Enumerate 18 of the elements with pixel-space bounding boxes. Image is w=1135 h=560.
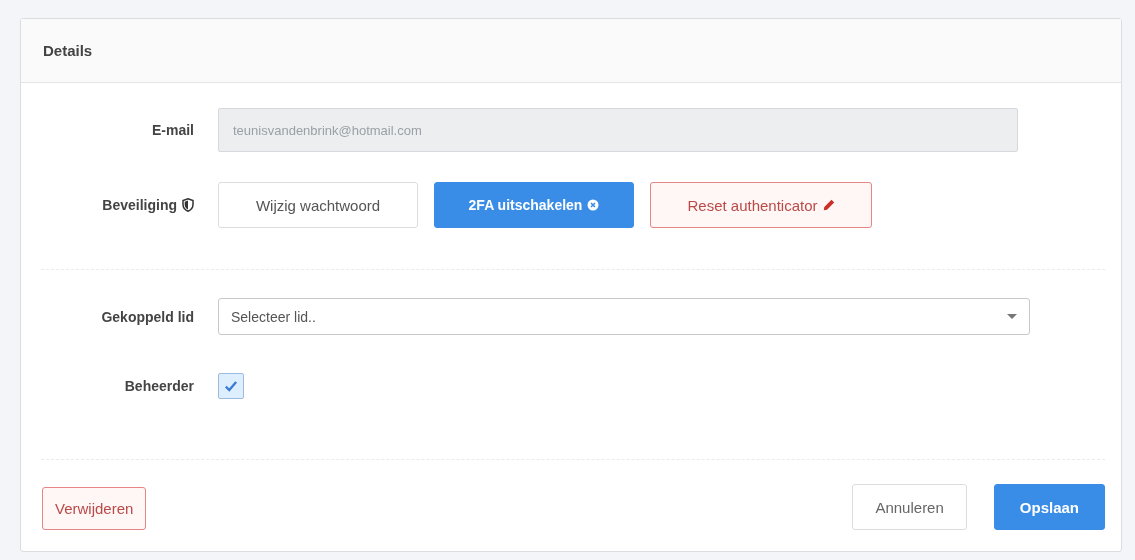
- button[interactable]: Verwijderen: [42, 487, 147, 530]
- field-label: Beheerder: [124, 378, 194, 394]
- caret-icon: [1007, 314, 1017, 319]
- button[interactable]: 2FA uitschakelen: [434, 182, 634, 228]
- field-label: Gekoppeld lid: [101, 308, 194, 325]
- field-label: Beveiliging: [102, 197, 177, 213]
- button[interactable]: Opslaan: [993, 484, 1105, 530]
- close-circle-icon: [587, 199, 600, 211]
- card-title: Details: [43, 42, 93, 59]
- shield-icon: [182, 198, 194, 212]
- pencil-icon: [822, 199, 835, 211]
- button[interactable]: Annuleren: [852, 484, 967, 530]
- field-label: E-mail: [152, 122, 194, 138]
- button[interactable]: Reset authenticator: [650, 182, 872, 228]
- member-select[interactable]: Selecteer lid..: [218, 298, 1030, 335]
- button[interactable]: Wijzig wachtwoord: [218, 182, 418, 228]
- check-icon: [223, 378, 239, 394]
- checkbox[interactable]: [218, 373, 244, 399]
